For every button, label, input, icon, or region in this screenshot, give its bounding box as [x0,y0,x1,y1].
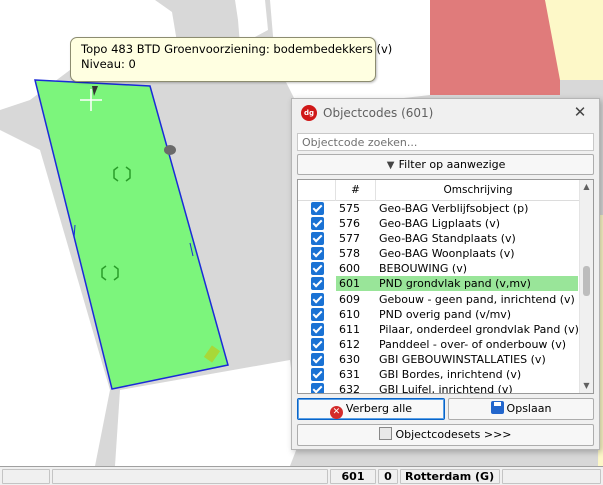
row-description: GBI GEBOUWINSTALLATIES (v) [379,352,546,366]
objectcode-list[interactable]: # Omschrijving 575 Geo-BAG Verblijfsobjec… [297,179,594,394]
row-description: Geo-BAG Woonplaats (v) [379,247,515,261]
row-code: 609 [339,292,360,306]
row-checkbox[interactable] [311,262,324,276]
dialog-titlebar[interactable]: dg Objectcodes (601) ✕ [292,99,599,128]
row-description: GBI Luifel, inrichtend (v) [379,383,513,394]
list-item[interactable]: 609 Gebouw - geen pand, inrichtend (v) [298,292,580,307]
row-code: 577 [339,232,360,246]
status-cell-empty-3 [502,469,601,484]
row-checkbox[interactable] [311,247,324,261]
status-objectcode: 601 [330,469,376,484]
list-rows: 575 Geo-BAG Verblijfsobject (p) 576 Geo-BAG… [298,201,580,394]
header-num[interactable]: # [336,180,376,201]
row-code: 630 [339,352,360,366]
list-item[interactable]: 600 BEBOUWING (v) [298,261,580,276]
scroll-thumb[interactable] [583,266,590,296]
list-item[interactable]: 575 Geo-BAG Verblijfsobject (p) [298,201,580,216]
list-item[interactable]: 611 Pilaar, onderdeel grondvlak Pand (v) [298,322,580,337]
hide-all-button[interactable]: ✕ Verberg alle [297,398,445,420]
scroll-down-icon[interactable]: ▼ [580,379,593,393]
hide-all-label: Verberg alle [345,402,413,415]
objectcodesets-button[interactable]: Objectcodesets >>> [297,424,594,446]
list-item[interactable]: 631 GBI Bordes, inrichtend (v) [298,367,580,382]
row-code: 578 [339,247,360,261]
list-item[interactable]: 601 PND grondvlak pand (v,mv) [298,276,580,292]
feature-tooltip: Topo 483 BTD Groenvoorziening: bodembede… [70,37,393,82]
row-checkbox[interactable] [311,368,324,382]
row-checkbox[interactable] [311,352,324,366]
objectcodesets-label: Objectcodesets >>> [395,428,512,441]
row-description: PND grondvlak pand (v,mv) [379,277,531,291]
objectcode-search-input[interactable] [297,133,594,151]
status-cell-empty-2 [52,469,328,484]
row-description: Geo-BAG Ligplaats (v) [379,217,501,231]
scroll-up-icon[interactable]: ▲ [580,180,593,194]
row-checkbox[interactable] [311,322,324,336]
row-description: Panddeel - over- of onderbouw (v) [379,337,567,351]
status-level: 0 [378,469,398,484]
row-checkbox[interactable] [311,232,324,246]
list-item[interactable]: 578 Geo-BAG Woonplaats (v) [298,246,580,261]
row-checkbox[interactable] [311,277,324,291]
map-point-object [164,145,176,155]
list-item[interactable]: 576 Geo-BAG Ligplaats (v) [298,216,580,231]
row-code: 611 [339,322,360,336]
dialog-title: Objectcodes (601) [323,106,434,120]
tooltip-line-1: Topo 483 BTD Groenvoorziening: bodembede… [81,42,393,56]
row-checkbox[interactable] [311,337,324,351]
book-icon [379,427,393,440]
list-item[interactable]: 577 Geo-BAG Standplaats (v) [298,231,580,246]
row-description: BEBOUWING (v) [379,262,468,276]
save-disk-icon [490,401,504,414]
row-code: 612 [339,337,360,351]
filter-button-label: Filter op aanwezige [398,158,506,171]
row-checkbox[interactable] [311,202,324,215]
tooltip-line-2: Niveau: 0 [81,57,136,71]
filter-present-button[interactable]: ▼ Filter op aanwezige [297,154,594,175]
list-header: # Omschrijving [298,180,580,201]
row-code: 610 [339,307,360,321]
list-item[interactable]: 632 GBI Luifel, inrichtend (v) [298,382,580,394]
filter-icon: ▼ [386,160,395,171]
row-description: Geo-BAG Standplaats (v) [379,232,516,246]
row-code: 600 [339,262,360,276]
row-code: 601 [339,277,360,291]
list-item[interactable]: 630 GBI GEBOUWINSTALLATIES (v) [298,352,580,367]
list-item[interactable]: 612 Panddeel - over- of onderbouw (v) [298,337,580,352]
list-scrollbar[interactable]: ▲ ▼ [579,180,593,393]
row-description: Geo-BAG Verblijfsobject (p) [379,202,529,215]
objectcodes-dialog: dg Objectcodes (601) ✕ ▼Filter op aanwez… [291,98,600,450]
row-checkbox[interactable] [311,292,324,306]
header-description[interactable]: Omschrijving [376,180,580,201]
save-button[interactable]: Opslaan [448,398,594,420]
row-description: Gebouw - geen pand, inrichtend (v) [379,292,575,306]
app-logo-icon: dg [301,105,317,121]
list-item[interactable]: 610 PND overig pand (v/mv) [298,307,580,322]
building-red [430,0,560,95]
row-code: 575 [339,202,360,215]
row-code: 576 [339,217,360,231]
close-icon[interactable]: ✕ [571,103,589,121]
header-checkbox-col [298,180,336,201]
row-description: PND overig pand (v/mv) [379,307,512,321]
save-label: Opslaan [506,402,552,415]
row-code: 632 [339,383,360,394]
row-description: Pilaar, onderdeel grondvlak Pand (v) [379,322,579,336]
status-place: Rotterdam (G) [400,469,500,484]
row-checkbox[interactable] [311,307,324,321]
status-bar: 601 0 Rotterdam (G) [0,466,603,485]
hide-icon: ✕ [329,406,343,419]
status-cell-empty-1 [2,469,50,484]
row-checkbox[interactable] [311,217,324,231]
row-checkbox[interactable] [311,383,324,393]
row-code: 631 [339,368,360,382]
row-description: GBI Bordes, inrichtend (v) [379,368,522,382]
